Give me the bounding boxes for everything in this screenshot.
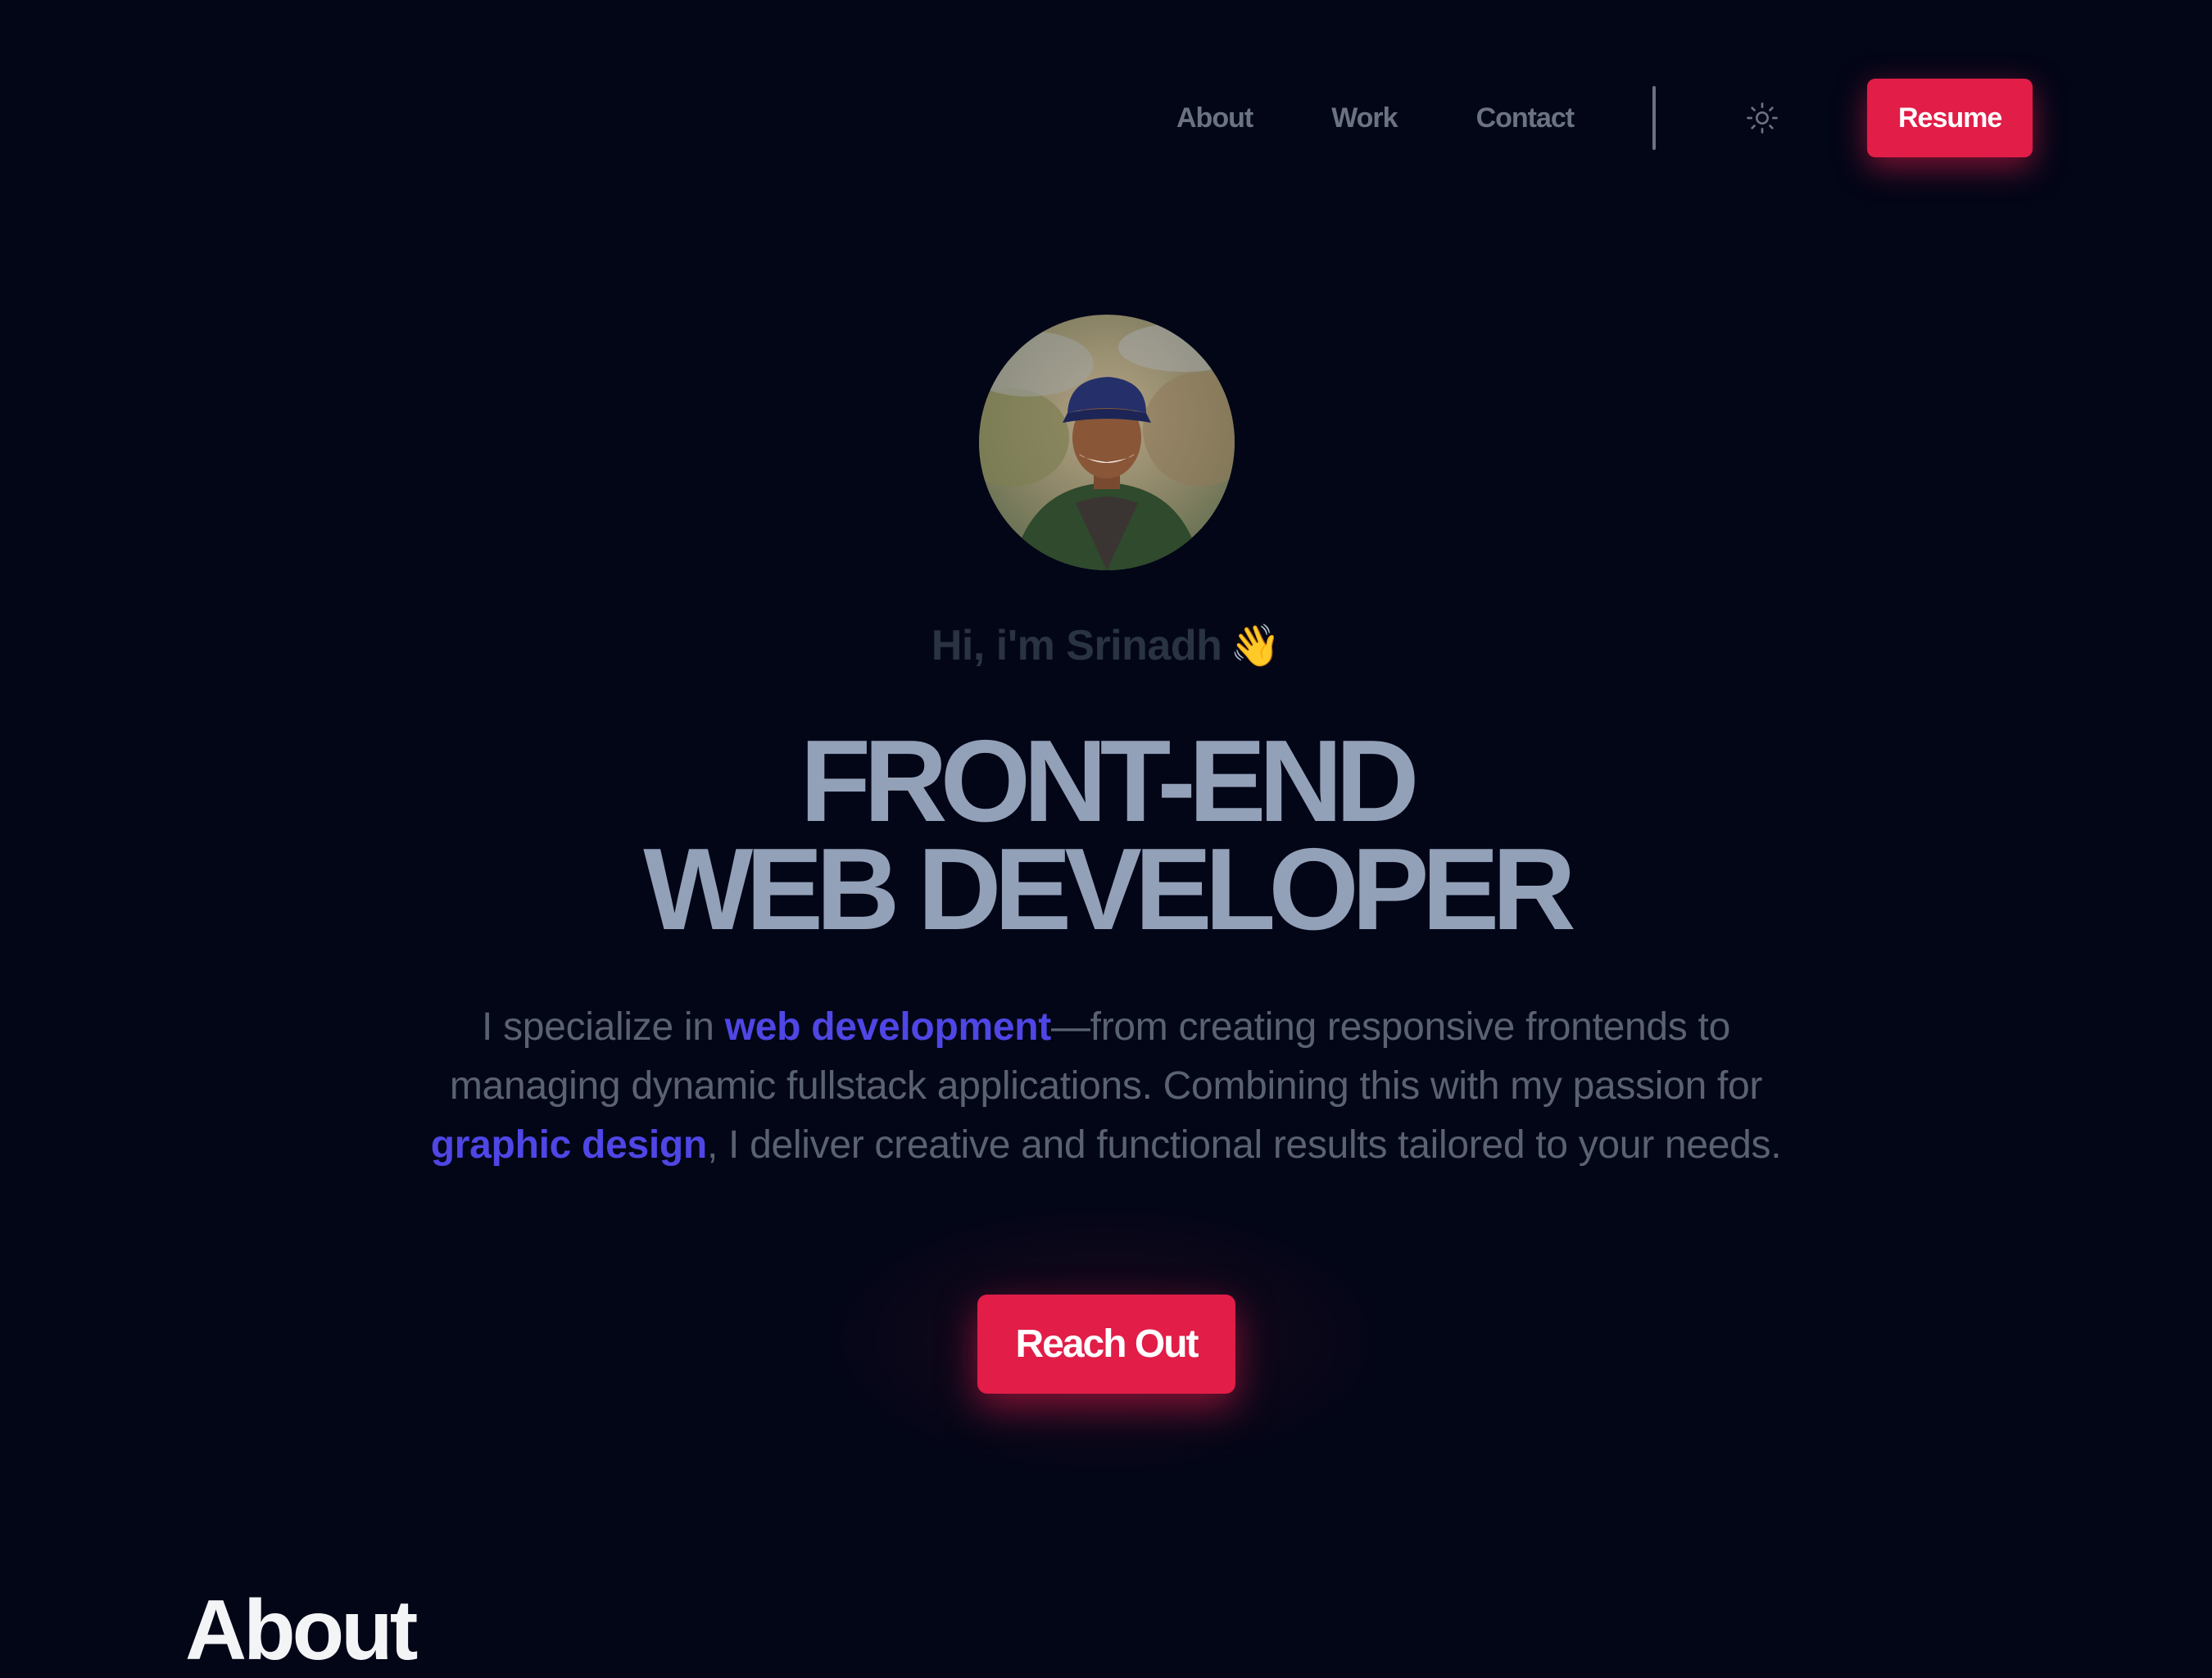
sun-icon — [1747, 102, 1778, 134]
nav-link-contact[interactable]: Contact — [1476, 102, 1575, 134]
page-title: FRONT-END WEB DEVELOPER — [0, 723, 2212, 948]
about-section-heading: About — [185, 1583, 418, 1678]
greeting: Hi, i'm Srinadh 👋 — [0, 621, 2212, 670]
intro-highlight-graphic-design: graphic design — [430, 1123, 708, 1167]
waving-hand-icon: 👋 — [1230, 622, 1281, 669]
top-nav: About Work Contact Resume — [1176, 79, 2033, 157]
intro-paragraph: I specialize in web development—from cre… — [410, 998, 1802, 1175]
nav-link-about[interactable]: About — [1176, 102, 1253, 134]
reach-out-button[interactable]: Reach Out — [977, 1295, 1235, 1394]
avatar — [979, 315, 1235, 570]
theme-toggle-button[interactable] — [1738, 93, 1787, 143]
nav-divider — [1652, 86, 1657, 150]
intro-text-3: , I deliver creative and functional resu… — [706, 1123, 1782, 1167]
resume-button[interactable]: Resume — [1867, 79, 2033, 157]
intro-highlight-web-development: web development — [724, 1005, 1052, 1049]
intro-text-1: I specialize in — [482, 1005, 725, 1049]
nav-link-work[interactable]: Work — [1331, 102, 1398, 134]
headline-line-2: WEB DEVELOPER — [643, 824, 1576, 955]
greeting-text: Hi, i'm Srinadh — [931, 622, 1222, 669]
